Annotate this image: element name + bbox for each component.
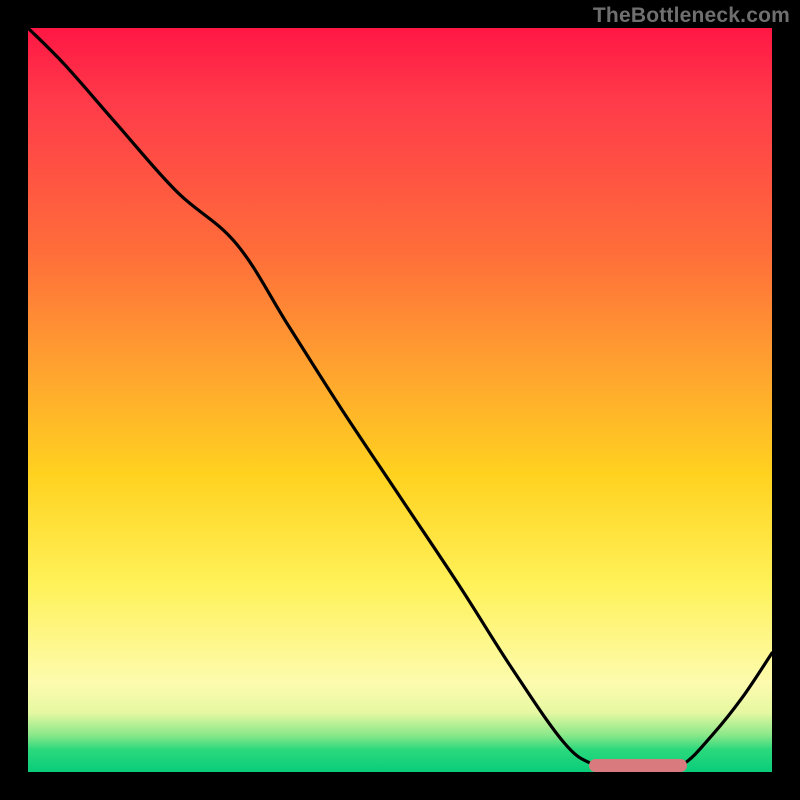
optimal-range-marker (589, 759, 686, 772)
chart-frame: TheBottleneck.com (0, 0, 800, 800)
curve-path (28, 28, 772, 772)
bottleneck-curve (28, 28, 772, 772)
plot-area (28, 28, 772, 772)
attribution-text: TheBottleneck.com (593, 4, 790, 28)
